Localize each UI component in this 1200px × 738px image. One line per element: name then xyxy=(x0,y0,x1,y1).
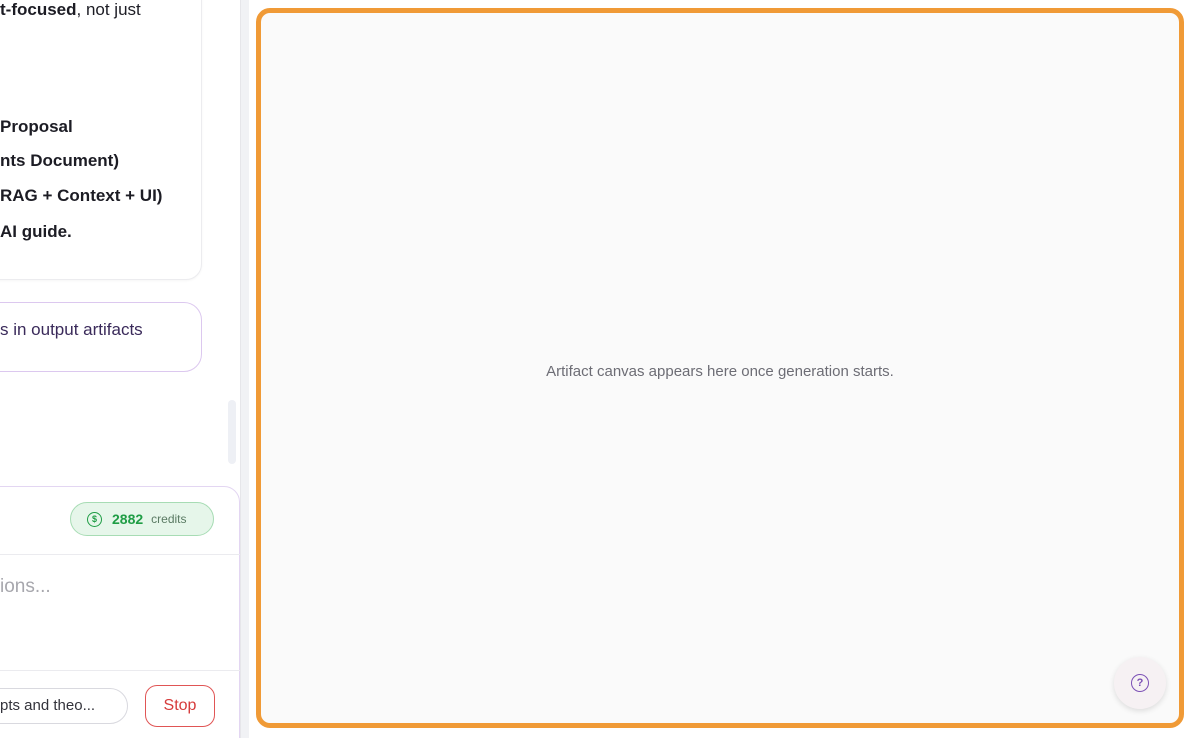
user-message-text: s in output artifacts xyxy=(0,320,143,339)
stop-button[interactable]: Stop xyxy=(145,685,215,727)
app-root: t-focused, not just Proposal nts Documen… xyxy=(0,0,1200,738)
credits-badge[interactable]: $ 2882 credits xyxy=(70,502,214,536)
artifact-canvas: Artifact canvas appears here once genera… xyxy=(256,8,1184,728)
assistant-line-4: RAG + Context + UI) xyxy=(0,186,163,205)
composer-divider-bottom xyxy=(0,670,240,671)
assistant-line-5: AI guide. xyxy=(0,222,72,241)
composer-divider-top xyxy=(0,554,240,555)
chat-pane: t-focused, not just Proposal nts Documen… xyxy=(0,0,241,738)
pane-resize-handle[interactable] xyxy=(241,0,249,738)
canvas-empty-message: Artifact canvas appears here once genera… xyxy=(546,363,894,380)
help-button[interactable]: ? xyxy=(1114,657,1166,709)
suggestion-chip-label[interactable]: pts and theo... xyxy=(0,697,95,714)
dollar-coin-icon: $ xyxy=(87,511,102,527)
assistant-line-3: nts Document) xyxy=(0,151,119,170)
credits-label: credits xyxy=(151,512,187,526)
credits-count: 2882 xyxy=(112,511,144,527)
message-input[interactable]: ions... xyxy=(0,576,51,598)
assistant-line-2: Proposal xyxy=(0,117,73,136)
assistant-line-1: t-focused, not just xyxy=(0,0,141,19)
chat-scrollbar[interactable] xyxy=(228,400,236,464)
question-icon: ? xyxy=(1131,674,1149,692)
